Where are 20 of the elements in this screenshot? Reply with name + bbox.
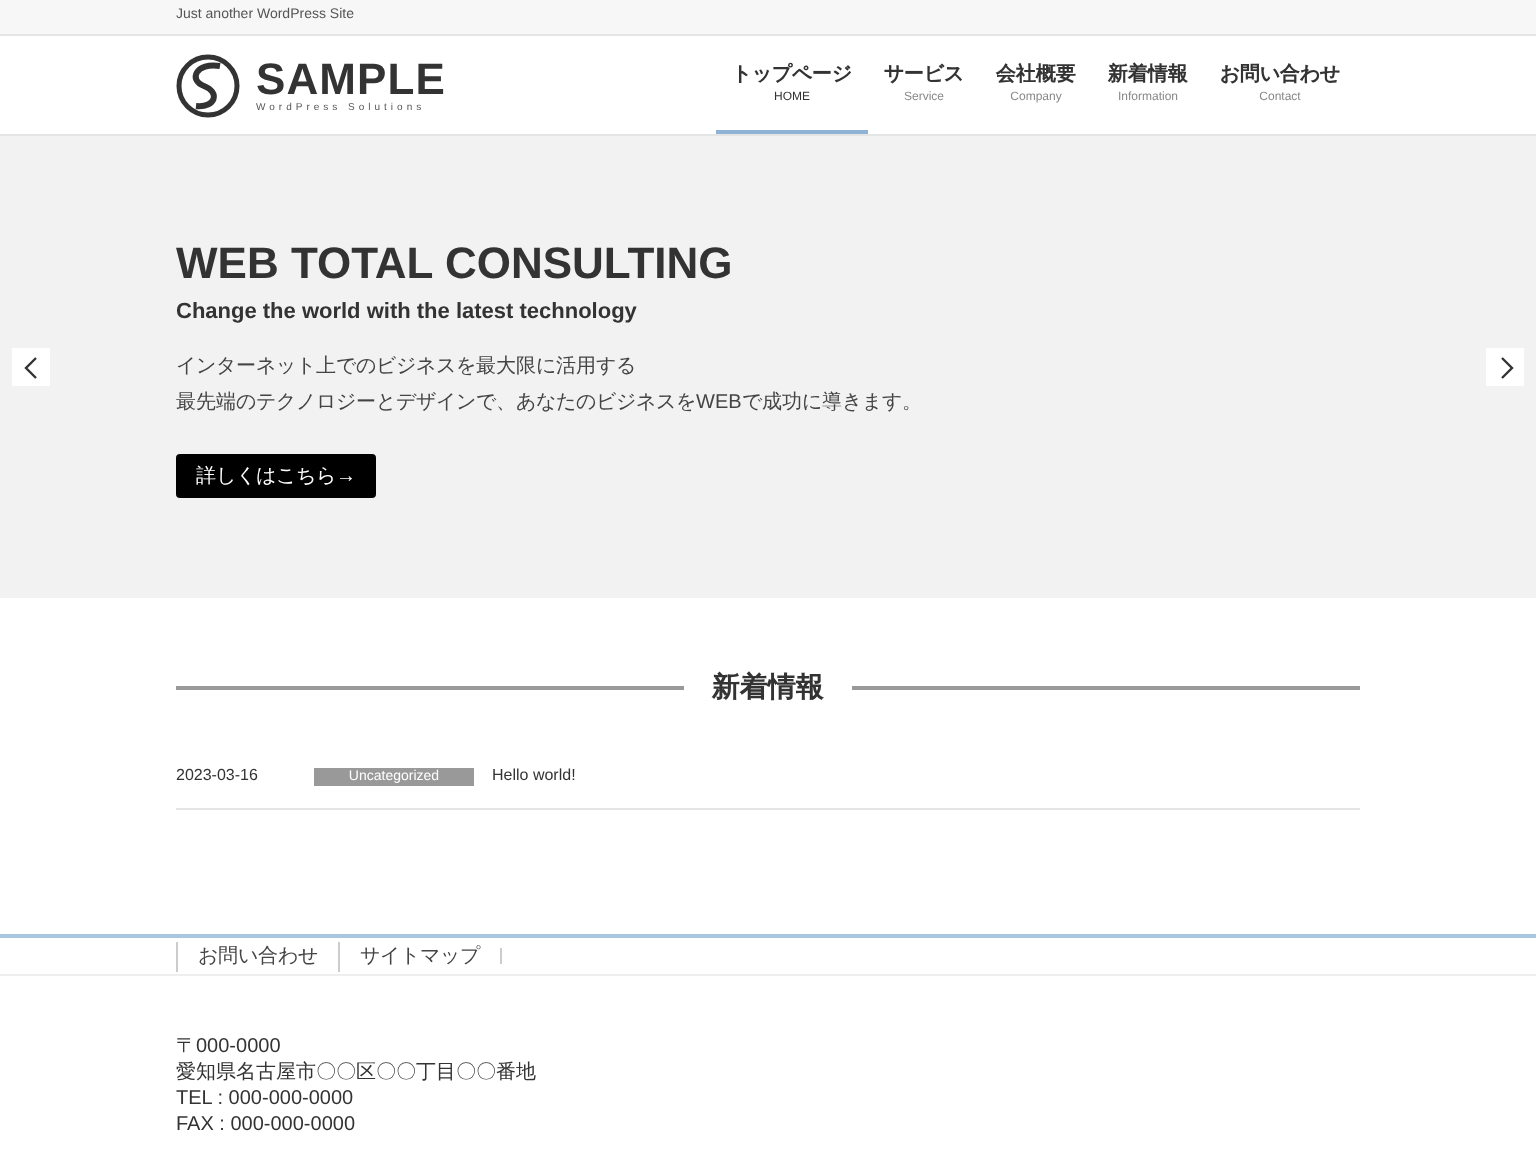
hero-text: 最先端のテクノロジーとデザインで、あなたのビジネスをWEBで成功に導きます。 [176,389,924,418]
address-line: 愛知県名古屋市〇〇区〇〇丁目〇〇番地 [176,1062,538,1086]
hero-subtitle: Change the world with the latest technology [176,297,639,327]
hero-title: WEB TOTAL CONSULTING [176,236,735,291]
address-line: FAX : 000-000-0000 [176,1114,358,1138]
previous-slide-button[interactable] [12,348,50,386]
chevron-left-icon [23,355,39,379]
next-slide-button[interactable] [1486,348,1524,386]
footer-link[interactable]: サイトマップ [338,941,500,971]
hero-text: インターネット上でのビジネスを最大限に活用する [176,353,638,382]
logo-name: SAMPLE [256,57,446,101]
footer-link[interactable]: お問い合わせ [176,941,338,971]
chevron-right-icon [1497,355,1513,379]
address-line: TEL : 000-000-0000 [176,1088,356,1112]
address-line: 〒000-0000 [176,1036,283,1060]
logo-icon [176,53,240,117]
news-title-link[interactable]: Hello world! [492,764,576,788]
section-heading: 新着情報 [712,668,824,706]
details-button[interactable]: 詳しくはこちら→ [176,454,376,498]
news-date: 2023-03-16 [176,764,260,788]
